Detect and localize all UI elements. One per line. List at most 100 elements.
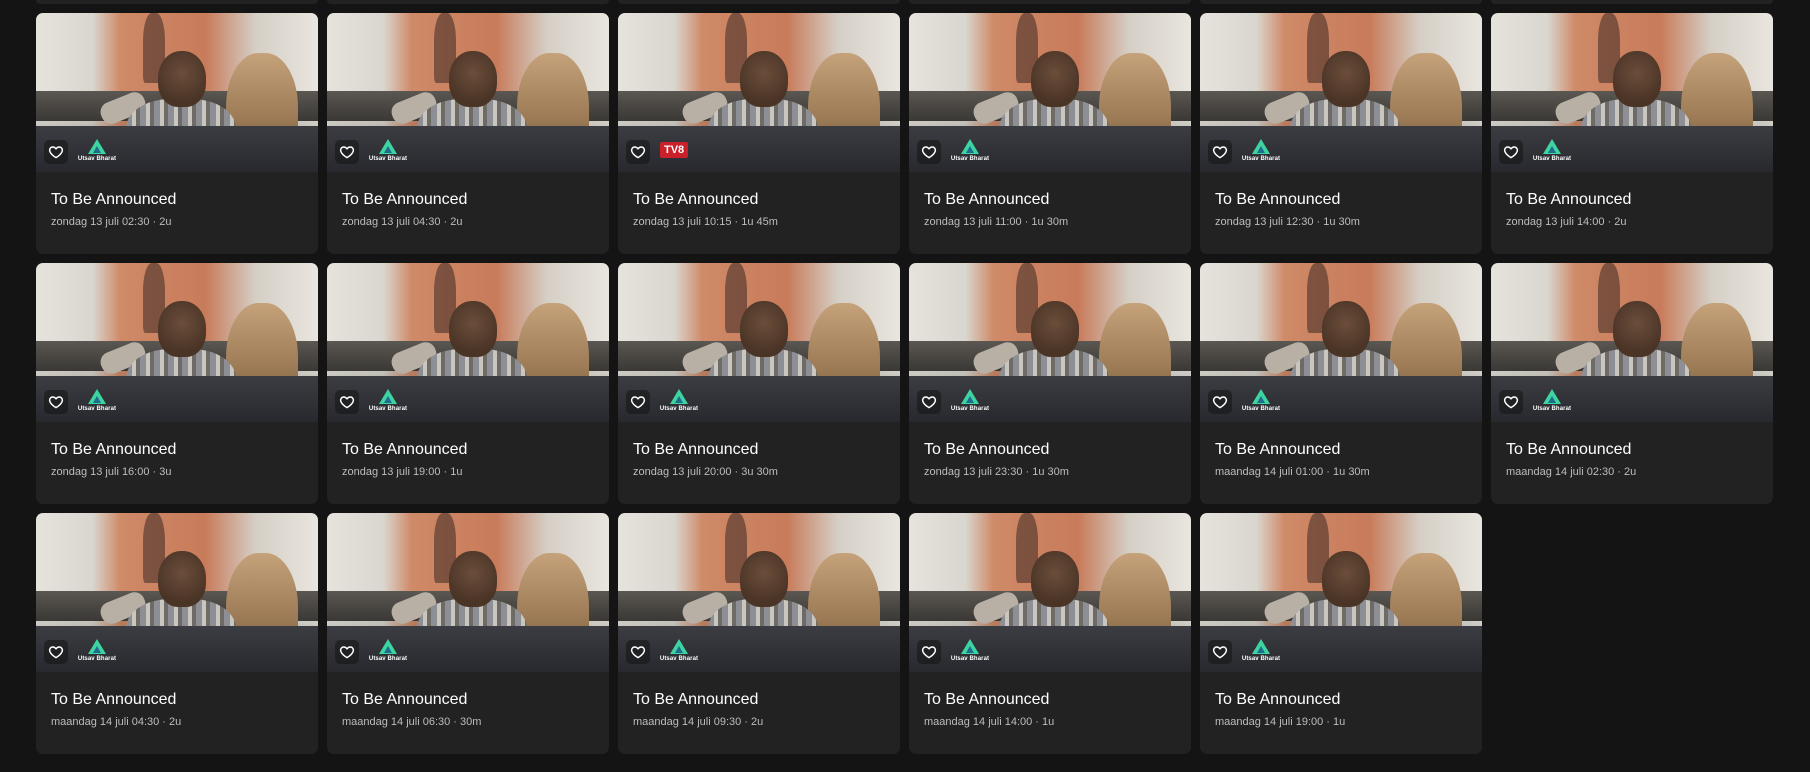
program-card[interactable]: Utsav Bharat To Be Announced zondag 13 j… — [36, 263, 318, 504]
heart-outline-icon — [339, 146, 355, 159]
thumbnail-shape — [740, 51, 788, 107]
program-title: To Be Announced — [924, 441, 1050, 458]
program-card[interactable]: Utsav Bharat To Be Announced zondag 13 j… — [327, 263, 609, 504]
program-thumbnail: Utsav Bharat — [618, 263, 900, 422]
program-info: To Be Announced zondag 13 juli 23:30 · 1… — [909, 422, 1191, 479]
program-grid-page: Utsav Bharat To Be Announced zondag 13 j… — [0, 0, 1810, 772]
utsav-logo-icon — [1543, 139, 1561, 154]
program-card[interactable]: Utsav Bharat To Be Announced zondag 13 j… — [618, 263, 900, 504]
program-title: To Be Announced — [633, 691, 759, 708]
thumbnail-shape — [158, 51, 206, 107]
heart-outline-icon — [1212, 146, 1228, 159]
program-info: To Be Announced maandag 14 juli 02:30 · … — [1491, 422, 1773, 479]
favorite-button[interactable] — [44, 640, 68, 664]
program-schedule: maandag 14 juli 02:30 · 2u — [1506, 466, 1637, 478]
program-info: To Be Announced zondag 13 juli 12:30 · 1… — [1200, 172, 1482, 229]
favorite-button[interactable] — [335, 390, 359, 414]
utsav-bharat-channel-logo: Utsav Bharat — [369, 636, 407, 662]
program-info: To Be Announced zondag 13 juli 10:15 · 1… — [618, 172, 900, 229]
program-schedule: zondag 13 juli 10:15 · 1u 45m — [633, 216, 778, 228]
program-card[interactable]: Utsav Bharat To Be Announced zondag 13 j… — [1200, 13, 1482, 254]
favorite-button[interactable] — [917, 390, 941, 414]
program-info: To Be Announced zondag 13 juli 14:00 · 2… — [1491, 172, 1773, 229]
heart-outline-icon — [630, 396, 646, 409]
program-info: To Be Announced maandag 14 juli 04:30 · … — [36, 672, 318, 729]
utsav-bharat-channel-logo: Utsav Bharat — [951, 636, 989, 662]
heart-outline-icon — [1212, 396, 1228, 409]
program-card[interactable]: Utsav Bharat To Be Announced zondag 13 j… — [909, 13, 1191, 254]
thumbnail-shape — [1322, 551, 1370, 607]
channel-logo-text: Utsav Bharat — [1241, 406, 1281, 412]
program-card[interactable]: Utsav Bharat To Be Announced zondag 13 j… — [36, 13, 318, 254]
utsav-logo-icon — [1252, 389, 1270, 404]
program-schedule: zondag 13 juli 16:00 · 3u — [51, 466, 172, 478]
program-schedule: maandag 14 juli 14:00 · 1u — [924, 716, 1055, 728]
heart-outline-icon — [630, 146, 646, 159]
heart-outline-icon — [921, 146, 937, 159]
program-title: To Be Announced — [1215, 691, 1341, 708]
channel-logo-text: Utsav Bharat — [77, 156, 117, 162]
program-thumbnail: Utsav Bharat — [909, 13, 1191, 172]
utsav-logo-icon — [670, 639, 688, 654]
program-title: To Be Announced — [342, 191, 468, 208]
program-card[interactable]: Utsav Bharat To Be Announced zondag 13 j… — [1491, 13, 1773, 254]
utsav-bharat-channel-logo: Utsav Bharat — [1533, 136, 1571, 162]
program-card[interactable]: Utsav Bharat To Be Announced maandag 14 … — [36, 513, 318, 754]
program-card[interactable]: Utsav Bharat To Be Announced zondag 13 j… — [327, 13, 609, 254]
favorite-button[interactable] — [917, 140, 941, 164]
program-title: To Be Announced — [1506, 441, 1632, 458]
program-schedule: zondag 13 juli 11:00 · 1u 30m — [924, 216, 1069, 228]
heart-outline-icon — [630, 646, 646, 659]
program-title: To Be Announced — [1506, 191, 1632, 208]
heart-outline-icon — [1212, 646, 1228, 659]
program-thumbnail: Utsav Bharat — [1491, 13, 1773, 172]
favorite-button[interactable] — [917, 640, 941, 664]
program-card[interactable]: Utsav Bharat To Be Announced maandag 14 … — [1491, 263, 1773, 504]
favorite-button[interactable] — [335, 140, 359, 164]
program-thumbnail: Utsav Bharat — [618, 513, 900, 672]
channel-logo-text: Utsav Bharat — [659, 406, 699, 412]
program-schedule: zondag 13 juli 02:30 · 2u — [51, 216, 172, 228]
favorite-button[interactable] — [1499, 390, 1523, 414]
program-card[interactable]: Utsav Bharat To Be Announced maandag 14 … — [1200, 263, 1482, 504]
favorite-button[interactable] — [44, 390, 68, 414]
utsav-bharat-channel-logo: Utsav Bharat — [78, 386, 116, 412]
thumbnail-shape — [158, 551, 206, 607]
thumbnail-shape — [740, 301, 788, 357]
heart-outline-icon — [48, 396, 64, 409]
previous-row-cards — [36, 0, 1773, 4]
program-info: To Be Announced maandag 14 juli 06:30 · … — [327, 672, 609, 729]
program-card[interactable]: Utsav Bharat To Be Announced maandag 14 … — [1200, 513, 1482, 754]
program-title: To Be Announced — [1215, 191, 1341, 208]
channel-logo-text: Utsav Bharat — [1532, 156, 1572, 162]
favorite-button[interactable] — [1208, 640, 1232, 664]
program-schedule: zondag 13 juli 14:00 · 2u — [1506, 216, 1627, 228]
program-schedule: maandag 14 juli 09:30 · 2u — [633, 716, 764, 728]
thumbnail-shape — [1613, 51, 1661, 107]
program-card[interactable]: Utsav Bharat To Be Announced maandag 14 … — [909, 513, 1191, 754]
favorite-button[interactable] — [44, 140, 68, 164]
program-card[interactable]: Utsav Bharat To Be Announced maandag 14 … — [618, 513, 900, 754]
program-info: To Be Announced maandag 14 juli 01:00 · … — [1200, 422, 1482, 479]
favorite-button[interactable] — [626, 640, 650, 664]
utsav-logo-icon — [379, 139, 397, 154]
channel-logo-text: Utsav Bharat — [368, 406, 408, 412]
program-thumbnail: Utsav Bharat — [1491, 263, 1773, 422]
favorite-button[interactable] — [1208, 140, 1232, 164]
program-card[interactable]: Utsav Bharat To Be Announced zondag 13 j… — [909, 263, 1191, 504]
thumbnail-shape — [449, 301, 497, 357]
program-info: To Be Announced zondag 13 juli 11:00 · 1… — [909, 172, 1191, 229]
heart-outline-icon — [48, 146, 64, 159]
utsav-bharat-channel-logo: Utsav Bharat — [78, 136, 116, 162]
program-card[interactable]: Utsav Bharat To Be Announced maandag 14 … — [327, 513, 609, 754]
favorite-button[interactable] — [626, 140, 650, 164]
program-card[interactable]: TV8 To Be Announced zondag 13 juli 10:15… — [618, 13, 900, 254]
favorite-button[interactable] — [1499, 140, 1523, 164]
program-thumbnail: Utsav Bharat — [327, 263, 609, 422]
favorite-button[interactable] — [335, 640, 359, 664]
channel-logo-text: Utsav Bharat — [659, 656, 699, 662]
utsav-bharat-channel-logo: Utsav Bharat — [369, 386, 407, 412]
thumbnail-shape — [1031, 51, 1079, 107]
favorite-button[interactable] — [626, 390, 650, 414]
favorite-button[interactable] — [1208, 390, 1232, 414]
